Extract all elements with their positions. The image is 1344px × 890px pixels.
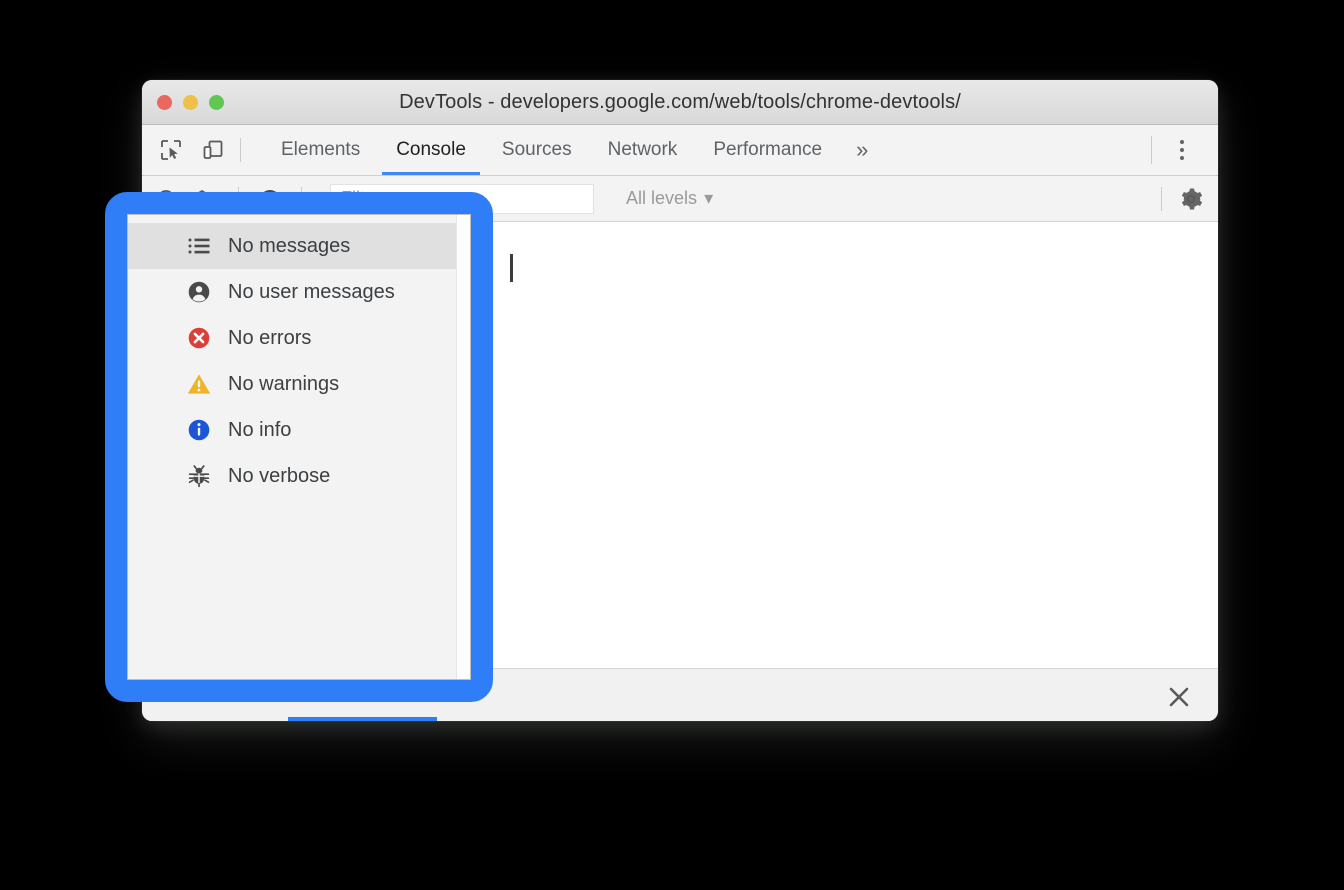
console-toolbar-divider-3	[1161, 186, 1162, 211]
tab-console-label: Console	[396, 139, 466, 160]
tabbar-spacer	[884, 125, 1151, 175]
tabbar-right-group	[1151, 125, 1218, 175]
devtools-tabbar: Elements Console Sources Network Perform…	[142, 125, 1218, 176]
close-window-button[interactable]	[157, 94, 172, 110]
inspect-element-icon[interactable]	[158, 137, 184, 163]
tab-elements[interactable]: Elements	[263, 125, 378, 175]
tab-performance[interactable]: Performance	[695, 125, 840, 175]
traffic-lights	[142, 94, 224, 110]
tab-sources-label: Sources	[501, 139, 572, 160]
window-title: DevTools - developers.google.com/web/too…	[399, 90, 961, 113]
tab-elements-label: Elements	[281, 139, 361, 160]
kebab-menu-icon[interactable]	[1170, 137, 1194, 163]
chevron-down-icon: ▾	[704, 188, 714, 208]
tab-performance-label: Performance	[713, 139, 823, 160]
more-tabs-icon: »	[856, 137, 869, 162]
minimize-window-button[interactable]	[183, 94, 198, 110]
tab-console[interactable]: Console	[378, 125, 484, 175]
maximize-window-button[interactable]	[209, 94, 224, 110]
drawer-active-tab-indicator	[288, 717, 437, 721]
console-toolbar-right	[1161, 186, 1218, 212]
close-drawer-icon[interactable]	[1166, 684, 1192, 710]
kebab-dot	[1180, 148, 1184, 152]
tab-network[interactable]: Network	[590, 125, 696, 175]
annotation-highlight-box	[105, 192, 493, 702]
tabbar-right-divider	[1151, 136, 1152, 164]
panel-tabs: Elements Console Sources Network Perform…	[241, 125, 884, 175]
kebab-dot	[1180, 156, 1184, 160]
tab-network-label: Network	[607, 139, 678, 160]
log-levels-dropdown[interactable]: All levels ▾	[626, 188, 713, 209]
screenshot-stage: DevTools - developers.google.com/web/too…	[0, 0, 1344, 890]
kebab-dot	[1180, 140, 1184, 144]
log-levels-label: All levels	[626, 188, 698, 208]
gear-icon[interactable]	[1178, 186, 1204, 212]
tab-sources[interactable]: Sources	[484, 125, 590, 175]
console-prompt-caret	[510, 254, 513, 282]
window-titlebar: DevTools - developers.google.com/web/too…	[142, 80, 1218, 125]
more-tabs-button[interactable]: »	[840, 125, 884, 175]
tabbar-tool-icons	[142, 125, 240, 175]
device-toolbar-icon[interactable]	[200, 137, 226, 163]
